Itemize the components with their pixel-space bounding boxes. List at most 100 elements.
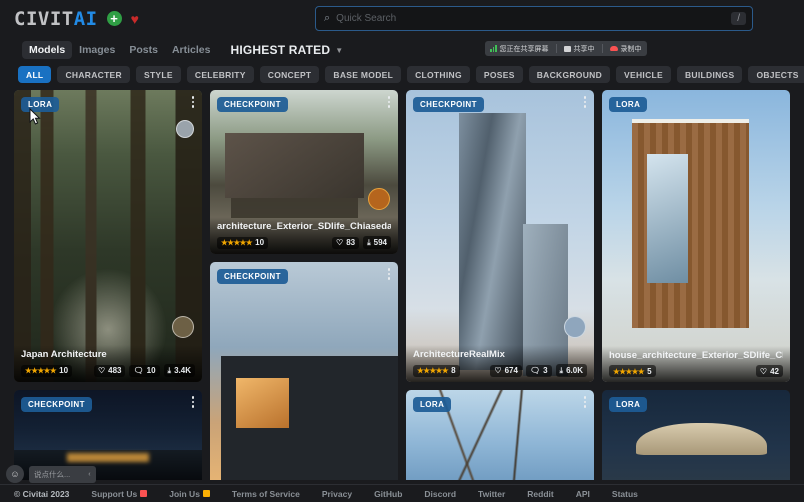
chip-buildings[interactable]: BUILDINGS [676, 66, 743, 83]
card-menu-icon[interactable] [191, 96, 194, 108]
downloads-badge: ⤓ 594 [363, 236, 391, 249]
card-menu-icon[interactable] [583, 96, 586, 108]
nav-tabs: Models Images Posts Articles HIGHEST RAT… [0, 37, 804, 60]
avatar[interactable] [172, 316, 194, 338]
model-card[interactable]: CHECKPOINT [210, 262, 398, 480]
chip-style[interactable]: STYLE [135, 66, 181, 83]
comments-badge: 🗨 3 [525, 364, 552, 377]
downloads-badge: ⤓ 3.4K [163, 364, 195, 377]
chip-background[interactable]: BACKGROUND [528, 66, 611, 83]
footer-link-api[interactable]: API [576, 489, 590, 499]
likes-count: 42 [770, 366, 779, 376]
logo-text-ai: AI [73, 7, 98, 30]
card-menu-icon[interactable] [191, 396, 194, 408]
model-card[interactable]: CHECKPOINT architecture_Exterior_SDlife_… [210, 90, 398, 254]
page-footer: © Civitai 2023 Support Us Join Us Terms … [0, 484, 804, 502]
sort-dropdown[interactable]: HIGHEST RATED ▼ [230, 43, 343, 57]
rating-count: 5 [647, 366, 652, 376]
avatar[interactable] [368, 188, 390, 210]
card-title: Japan Architecture [21, 349, 107, 360]
chip-concept[interactable]: CONCEPT [259, 66, 320, 83]
recorder-record[interactable]: 录制中 [609, 44, 642, 54]
model-card[interactable]: LORA [602, 390, 790, 480]
footer-link-github[interactable]: GitHub [374, 489, 402, 499]
footer-link-reddit[interactable]: Reddit [527, 489, 553, 499]
recorder-status-label: 您正在共享屏幕 [499, 45, 549, 53]
card-stats: ★★★★★ 8 ♡ 674 🗨 3 ⤓ 6.0K [413, 364, 587, 377]
footer-link-label: Join Us [169, 488, 200, 499]
card-footer: architecture_Exterior_SDlife_Chiasedamme… [210, 217, 398, 254]
grid-column-1: LORA Japan Architecture ★★★★★ 10 ♡ 483 🗨… [14, 90, 202, 480]
comments-count: 3 [543, 366, 548, 375]
rating-badge: ★★★★★ 8 [413, 364, 460, 377]
card-menu-icon[interactable] [387, 96, 390, 108]
chat-widget[interactable]: ☺ 说点什么... ‹ [6, 464, 96, 484]
footer-link-discord[interactable]: Discord [424, 489, 456, 499]
chevron-down-icon: ▼ [335, 45, 344, 55]
likes-count: 83 [346, 238, 356, 247]
card-footer: house_architecture_Exterior_SDlife_Chia … [602, 346, 790, 382]
download-icon: ⤓ [167, 365, 172, 375]
search-icon: ⌕ [324, 12, 331, 24]
search-shortcut-badge: / [731, 12, 746, 25]
footer-link-status[interactable]: Status [612, 489, 638, 499]
recorder-screenshot[interactable]: 共享中 [563, 44, 595, 54]
downloads-badge: ⤓ 6.0K [555, 364, 587, 377]
recorder-record-label: 录制中 [620, 45, 642, 53]
tab-models[interactable]: Models [22, 41, 73, 59]
tab-images[interactable]: Images [72, 41, 122, 59]
card-footer: ArchitectureRealMix ★★★★★ 8 ♡ 674 🗨 3 ⤓ … [406, 345, 594, 382]
search-box[interactable]: ⌕ / [315, 6, 753, 31]
likes-count: 674 [504, 366, 518, 375]
chat-bubble-icon[interactable]: ☺ [6, 465, 24, 483]
model-type-badge: LORA [609, 397, 648, 412]
recorder-status: 您正在共享屏幕 [490, 44, 549, 54]
footer-link-privacy[interactable]: Privacy [322, 489, 352, 499]
model-card[interactable]: LORA [406, 390, 594, 480]
model-card[interactable]: CHECKPOINT ArchitectureRealMix ★★★★★ 8 ♡… [406, 90, 594, 382]
chip-vehicle[interactable]: VEHICLE [616, 66, 671, 83]
model-type-badge: CHECKPOINT [217, 269, 288, 284]
card-title: house_architecture_Exterior_SDlife_Chia [609, 350, 783, 361]
chip-clothing[interactable]: CLOTHING [407, 66, 470, 83]
recorder-screenshot-label: 共享中 [573, 45, 595, 53]
card-menu-icon[interactable] [583, 396, 586, 408]
card-menu-icon[interactable] [387, 268, 390, 280]
card-image [406, 90, 594, 382]
chat-collapse-icon[interactable]: ‹ [88, 471, 90, 478]
footer-copyright: © Civitai 2023 [14, 488, 70, 499]
model-type-badge: LORA [413, 397, 452, 412]
footer-link-twitter[interactable]: Twitter [478, 489, 505, 499]
divider [555, 44, 557, 53]
footer-link-support-us[interactable]: Support Us [91, 489, 148, 499]
downloads-count: 6.0K [566, 366, 583, 375]
heart-icon: ♡ [97, 366, 106, 375]
footer-link-terms[interactable]: Terms of Service [232, 489, 300, 499]
chip-celebrity[interactable]: CELEBRITY [186, 66, 254, 83]
model-card[interactable]: LORA house_architecture_Exterior_SDlife_… [602, 90, 790, 382]
search-input[interactable] [336, 13, 732, 24]
card-title: architecture_Exterior_SDlife_Chiasedamme [217, 221, 391, 232]
chat-input[interactable]: 说点什么... ‹ [29, 465, 96, 483]
stars-icon: ★★★★★ [25, 366, 57, 375]
avatar[interactable] [564, 316, 586, 338]
comment-icon: 🗨 [529, 366, 541, 375]
comments-badge: 🗨 10 [129, 364, 160, 377]
chip-objects[interactable]: OBJECTS [748, 66, 804, 83]
chip-poses[interactable]: POSES [475, 66, 523, 83]
chip-all[interactable]: ALL [18, 66, 52, 83]
model-card[interactable]: LORA Japan Architecture ★★★★★ 10 ♡ 483 🗨… [14, 90, 202, 382]
footer-link-join-us[interactable]: Join Us [169, 489, 210, 499]
tab-posts[interactable]: Posts [122, 41, 165, 59]
tab-articles[interactable]: Articles [165, 41, 218, 59]
heart-icon[interactable]: ♥ [131, 12, 139, 26]
chip-base-model[interactable]: BASE MODEL [325, 66, 402, 83]
likes-badge: ♡ 83 [332, 236, 360, 249]
rating-count: 8 [451, 366, 456, 375]
rating-badge: ★★★★★ 10 [21, 364, 73, 377]
heart-icon: ♡ [494, 366, 502, 375]
plus-icon[interactable]: + [106, 11, 122, 26]
chip-character[interactable]: CHARACTER [57, 66, 130, 83]
civitai-logo[interactable]: CIVIT AI [14, 8, 98, 30]
likes-badge: ♡ 674 [490, 364, 522, 377]
